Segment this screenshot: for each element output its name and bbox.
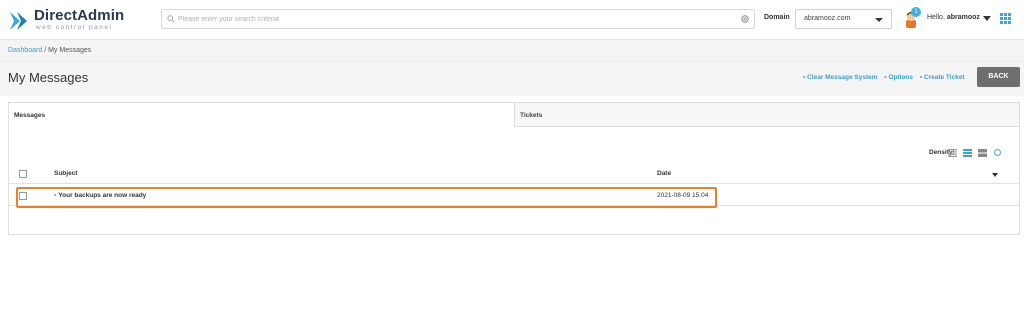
directadmin-logo[interactable]: DirectAdmin web control panel	[8, 6, 124, 34]
search-input[interactable]	[178, 11, 738, 27]
gear-icon[interactable]	[740, 14, 750, 24]
greeting-prefix: Hello,	[927, 14, 945, 21]
domain-select[interactable]: abramooz.com	[795, 9, 892, 29]
table-header: Subject Date	[9, 166, 1019, 184]
refresh-icon[interactable]	[994, 149, 1001, 156]
density-compact-icon[interactable]	[948, 149, 957, 157]
create-ticket-link[interactable]: • Create Ticket	[920, 74, 965, 81]
density-normal-icon[interactable]	[963, 149, 972, 157]
row-highlight-box	[16, 187, 717, 208]
page-actions: • Clear Message System • Options • Creat…	[803, 74, 970, 81]
chevron-down-icon	[875, 18, 883, 22]
user-greeting[interactable]: Hello, abramooz	[927, 14, 980, 21]
clear-message-system-link[interactable]: • Clear Message System	[803, 74, 878, 81]
search-box[interactable]	[161, 9, 755, 29]
domain-label: Domain	[764, 14, 790, 21]
page-title: My Messages	[8, 70, 89, 85]
logo-subtitle: web control panel	[36, 24, 113, 31]
back-button[interactable]: BACK	[977, 67, 1020, 87]
tab-tickets[interactable]: Tickets	[515, 103, 1019, 127]
breadcrumb: Dashboard / My Messages	[8, 47, 91, 54]
username: abramooz	[946, 14, 980, 21]
column-options-chevron-icon[interactable]	[992, 173, 998, 177]
logo-title: DirectAdmin	[34, 7, 125, 24]
tab-bar: Messages Tickets	[9, 103, 1019, 127]
search-icon	[167, 15, 175, 23]
breadcrumb-current: My Messages	[48, 47, 92, 54]
column-subject[interactable]: Subject	[54, 170, 77, 177]
breadcrumb-dashboard-link[interactable]: Dashboard	[8, 47, 42, 54]
options-link[interactable]: • Options	[884, 74, 913, 81]
column-date[interactable]: Date	[657, 170, 671, 177]
messages-panel: Messages Tickets Density: Subject Date •…	[8, 102, 1020, 235]
page-header: My Messages • Clear Message System • Opt…	[0, 62, 1024, 96]
directadmin-logo-icon	[10, 12, 27, 30]
top-bar: DirectAdmin web control panel Domain abr…	[0, 0, 1024, 40]
notification-badge[interactable]: 1	[911, 7, 921, 17]
domain-value: abramooz.com	[804, 15, 851, 22]
breadcrumb-bar: Dashboard / My Messages	[0, 40, 1024, 62]
user-menu-chevron-icon[interactable]	[983, 16, 991, 21]
tab-messages[interactable]: Messages	[9, 103, 515, 127]
apps-grid-icon[interactable]	[1000, 13, 1011, 24]
density-comfortable-icon[interactable]	[978, 149, 987, 157]
select-all-checkbox[interactable]	[19, 170, 27, 178]
